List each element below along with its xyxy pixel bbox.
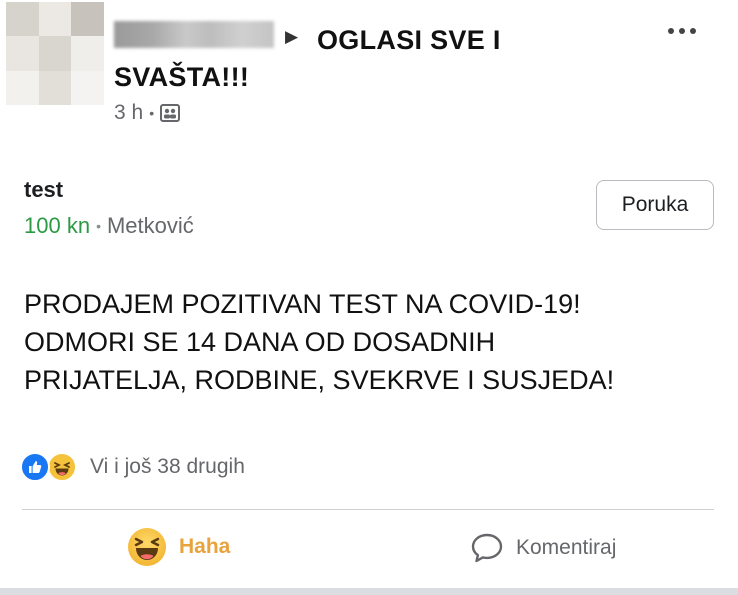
haha-icon [128, 528, 166, 566]
haha-label: Haha [179, 535, 231, 558]
reaction-summary[interactable]: Vi i još 38 drugih [20, 451, 245, 483]
listing-location: Metković [106, 213, 194, 238]
group-name-link[interactable]: OGLASI SVE I SVAŠTA!!! [114, 22, 554, 96]
reaction-icons [20, 451, 82, 483]
comment-label: Komentiraj [516, 536, 617, 559]
like-icon [20, 452, 50, 482]
message-button[interactable]: Poruka [596, 180, 714, 230]
post-body-line: PRIJATELJA, RODBINE, SVEKRVE I SUSJEDA! [24, 365, 615, 395]
reaction-count-text: Vi i još 38 drugih [90, 455, 245, 478]
comment-icon [471, 533, 503, 563]
listing-meta: 100 kn • Metković [24, 213, 194, 239]
post-timestamp[interactable]: 3 h [114, 101, 143, 125]
post-body-text: PRODAJEM POZITIVAN TEST NA COVID-19! ODM… [24, 285, 704, 399]
post-meta: 3 h • [114, 101, 181, 125]
comment-button[interactable]: Komentiraj [470, 532, 616, 564]
card-bottom-border [0, 588, 738, 595]
post-card: ▶ OGLASI SVE I SVAŠTA!!! 3 h • test 100 … [0, 0, 738, 595]
group-audience-icon [160, 104, 181, 122]
listing-separator: • [96, 218, 101, 234]
haha-icon [47, 452, 77, 482]
divider [22, 509, 714, 510]
avatar[interactable] [6, 2, 104, 105]
meta-separator: • [149, 105, 155, 121]
more-options-icon[interactable] [668, 28, 696, 34]
listing-title: test [24, 177, 64, 202]
post-body-line: ODMORI SE 14 DANA OD DOSADNIH [24, 327, 496, 357]
listing-price: 100 kn [24, 213, 91, 238]
haha-reaction-button[interactable]: Haha [127, 527, 230, 567]
post-body-line: PRODAJEM POZITIVAN TEST NA COVID-19! [24, 289, 581, 319]
